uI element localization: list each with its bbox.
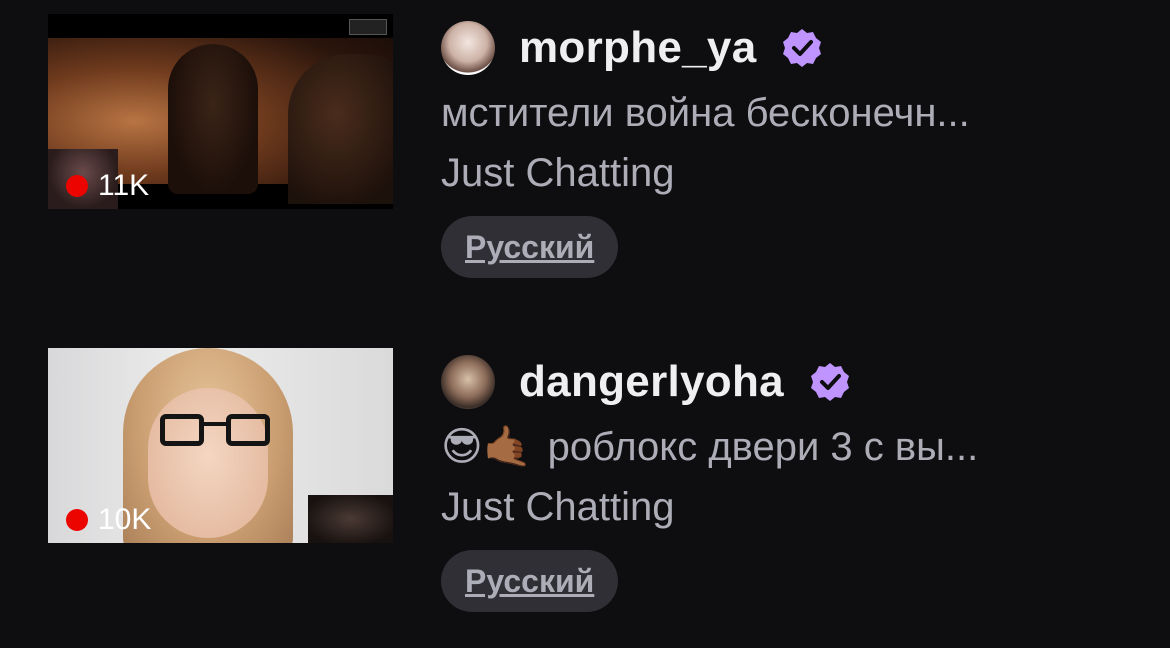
channel-avatar[interactable] — [441, 355, 495, 409]
language-tag[interactable]: Русский — [441, 216, 619, 278]
stream-thumbnail[interactable]: 11K — [48, 14, 393, 209]
live-indicator-icon — [66, 509, 88, 531]
stream-category[interactable]: Just Chatting — [441, 476, 1141, 538]
language-tag[interactable]: Русский — [441, 550, 619, 612]
live-indicator-icon — [66, 175, 88, 197]
thumbnail-webcam — [308, 495, 393, 543]
channel-name[interactable]: morphe_ya — [519, 23, 756, 73]
channel-avatar[interactable] — [441, 21, 495, 75]
thumbnail-glasses — [160, 414, 204, 446]
thumbnail-face — [148, 388, 268, 538]
stream-title[interactable]: 😎🤙🏾 роблокс двери 3 с вы... — [441, 418, 1131, 476]
stream-thumbnail[interactable]: 10K — [48, 348, 393, 543]
viewer-count: 10K — [98, 503, 152, 536]
thumbnail-figure — [288, 54, 393, 204]
viewer-count: 11K — [98, 169, 150, 202]
verified-badge-icon — [783, 29, 822, 67]
channel-row: morphe_ya — [441, 18, 1141, 78]
title-emoji: 😎🤙🏾 — [441, 424, 533, 470]
stream-title-text: мстители война бесконечн... — [441, 91, 970, 135]
stream-title[interactable]: мстители война бесконечн... — [441, 84, 1131, 142]
verified-badge-icon — [810, 363, 849, 401]
stream-category[interactable]: Just Chatting — [441, 142, 1141, 204]
thumbnail-glasses — [226, 414, 270, 446]
thumbnail-overlay-logo — [349, 19, 387, 35]
viewer-count-badge: 10K — [66, 505, 151, 535]
stream-info: morphe_ya мстители война бесконечн... Ju… — [441, 18, 1141, 278]
channel-row: dangerlyoha — [441, 352, 1141, 412]
stream-info: dangerlyoha 😎🤙🏾 роблокс двери 3 с вы... … — [441, 352, 1141, 612]
channel-name[interactable]: dangerlyoha — [519, 357, 784, 407]
viewer-count-badge: 11K — [66, 171, 149, 201]
stream-card[interactable]: 10K dangerlyoha 😎🤙🏾 роблокс двери 3 с вы… — [0, 334, 1170, 634]
stream-card[interactable]: 11K morphe_ya мстители война бесконечн..… — [0, 0, 1170, 300]
stream-title-text: роблокс двери 3 с вы... — [547, 425, 979, 469]
thumbnail-figure — [168, 44, 258, 194]
thumbnail-glasses — [202, 422, 228, 426]
